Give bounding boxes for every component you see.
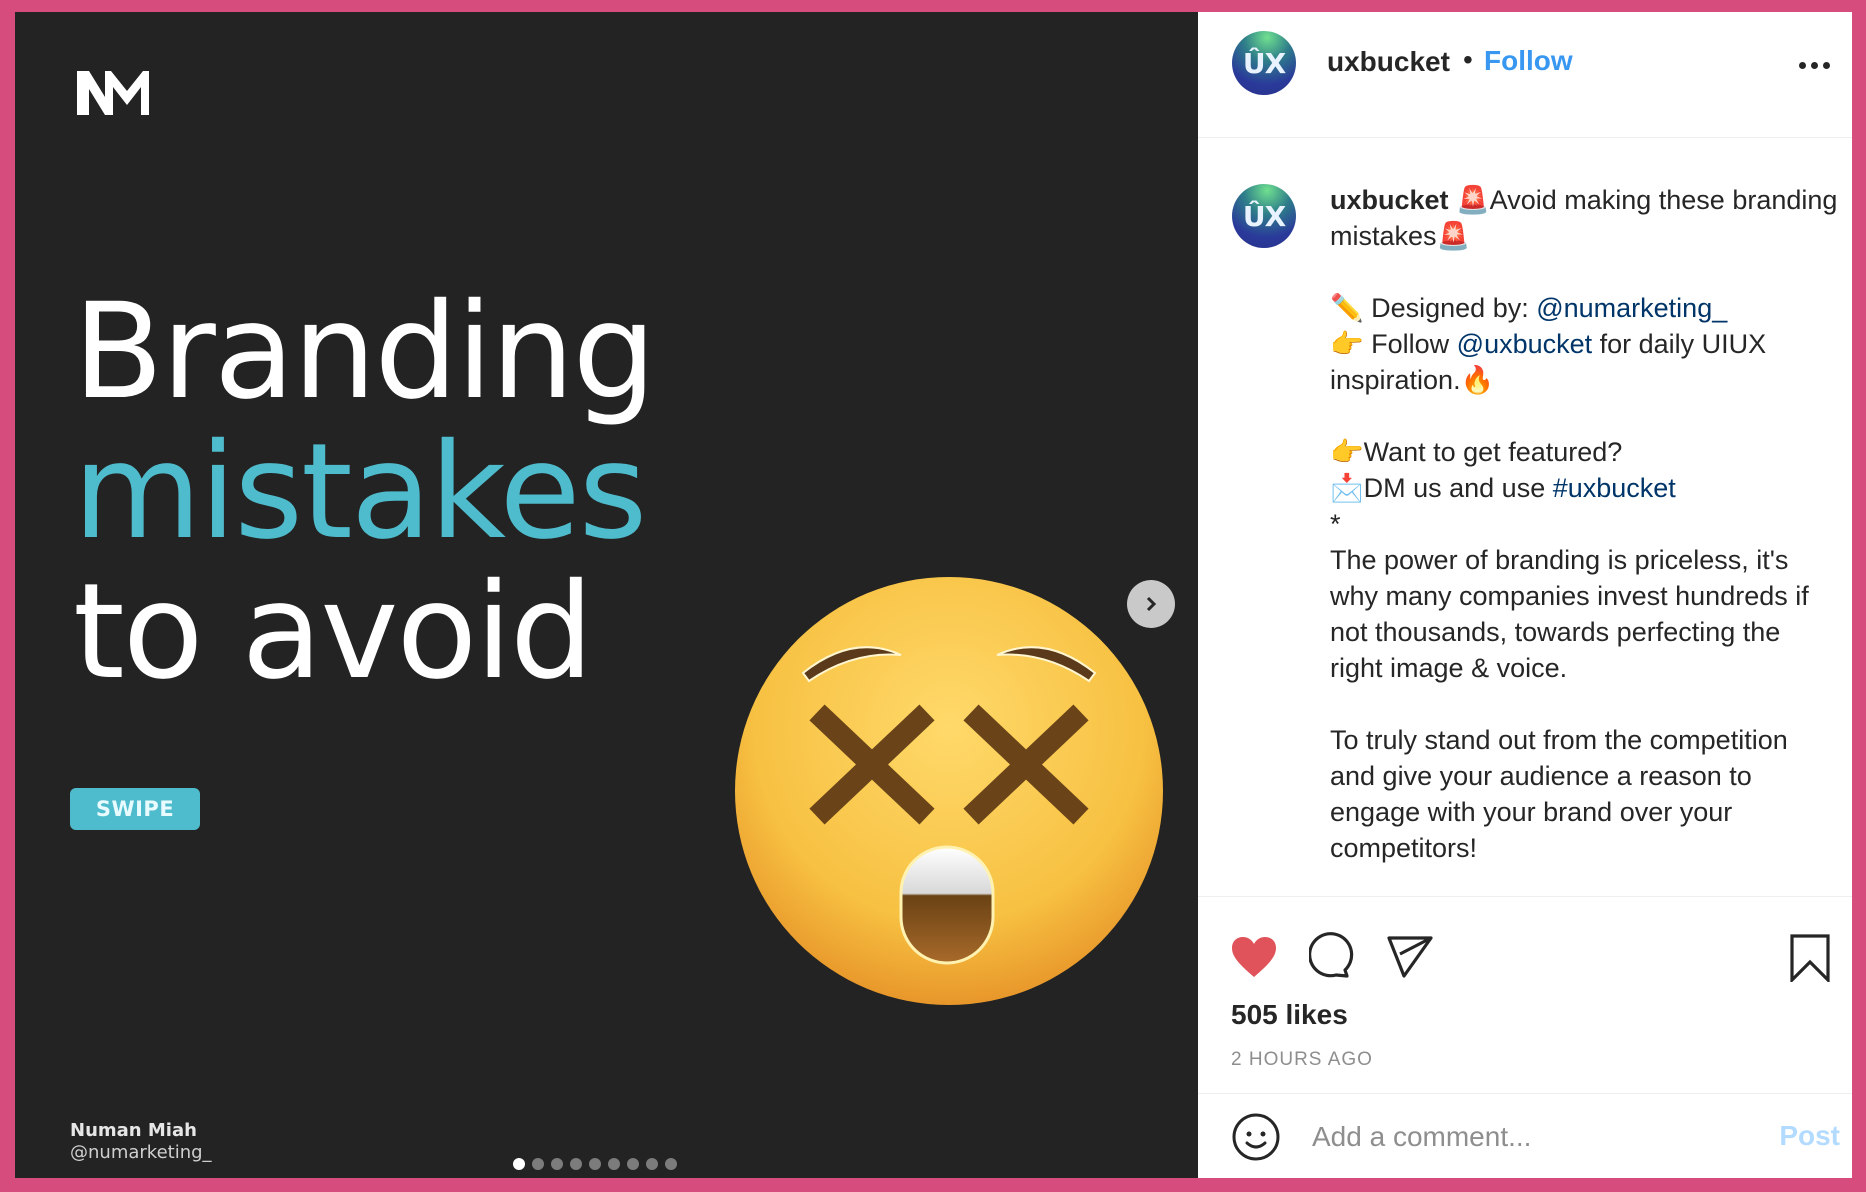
caption-follow-prefix: 👉 Follow [1330,329,1457,359]
carousel-dot[interactable] [589,1158,601,1170]
caption-featured: 👉Want to get featured? [1330,437,1623,467]
post-timestamp[interactable]: 2 HOURS AGO [1231,1049,1373,1071]
carousel-indicator [513,1158,677,1170]
credit-handle: @numarketing_ [70,1142,212,1163]
headline-line-1: Branding [73,275,656,429]
caption-asterisk: * [1330,509,1341,539]
caption-text: uxbucket 🚨Avoid making these branding mi… [1330,182,1840,866]
swipe-badge: SWIPE [70,788,200,830]
headline: Branding mistakes to avoid [73,275,656,709]
carousel-dot[interactable] [665,1158,677,1170]
caption-dm: 📩DM us and use [1330,473,1553,503]
caption-designed-by: ✏️ Designed by: [1330,293,1537,323]
emoji-picker-button[interactable] [1231,1112,1281,1162]
comment-bubble-icon [1309,932,1354,978]
action-bar: 505 likes 2 HOURS AGO [1198,897,1852,1094]
bookmark-icon [1790,934,1830,982]
comment-input[interactable] [1310,1112,1744,1162]
post-image-carousel[interactable]: Branding mistakes to avoid SWIPE Numan M… [15,12,1198,1178]
carousel-dot[interactable] [570,1158,582,1170]
carousel-dot[interactable] [627,1158,639,1170]
header-separator: • [1463,44,1473,75]
carousel-dot[interactable] [513,1158,525,1170]
smiley-icon [1232,1113,1280,1161]
chevron-right-icon [1146,596,1157,612]
nm-logo-icon [77,71,149,115]
share-button[interactable] [1384,933,1436,981]
carousel-dot[interactable] [608,1158,620,1170]
author-avatar[interactable]: ÛX [1232,31,1296,95]
carousel-dot[interactable] [646,1158,658,1170]
follow-button[interactable]: Follow [1484,45,1573,77]
dizzy-face-emoji-icon [735,577,1163,1005]
carousel-dot[interactable] [532,1158,544,1170]
carousel-dot[interactable] [551,1158,563,1170]
mention-numarketing[interactable]: @numarketing_ [1536,293,1727,323]
hashtag-uxbucket[interactable]: #uxbucket [1553,473,1676,503]
caption-avatar[interactable]: ÛX [1232,184,1296,248]
post-comment-button[interactable]: Post [1779,1120,1840,1152]
post-header: ÛX uxbucket • Follow [1198,12,1852,138]
more-options-icon[interactable] [1799,62,1830,69]
caption-username[interactable]: uxbucket [1330,185,1449,215]
post-details-panel: ÛX uxbucket • Follow ÛX uxbucket 🚨Avoid … [1198,12,1852,1178]
save-button[interactable] [1788,933,1832,983]
caption-paragraph-1: The power of branding is priceless, it's… [1330,545,1817,683]
designer-credit: Numan Miah @numarketing_ [70,1120,212,1164]
heart-filled-icon [1232,937,1276,977]
likes-count[interactable]: 505 likes [1231,999,1348,1031]
headline-line-3: to avoid [73,555,594,709]
caption-paragraph-2: To truly stand out from the competition … [1330,725,1796,863]
headline-line-2: mistakes [73,415,647,569]
caption-section: ÛX uxbucket 🚨Avoid making these branding… [1198,138,1852,897]
paper-plane-icon [1387,936,1433,978]
next-slide-button[interactable] [1127,580,1175,628]
comment-button[interactable] [1308,931,1360,983]
mention-uxbucket[interactable]: @uxbucket [1457,329,1592,359]
like-button[interactable] [1228,933,1280,981]
author-username[interactable]: uxbucket [1327,46,1450,78]
add-comment-row: Post [1198,1094,1852,1178]
credit-name: Numan Miah [70,1120,197,1141]
